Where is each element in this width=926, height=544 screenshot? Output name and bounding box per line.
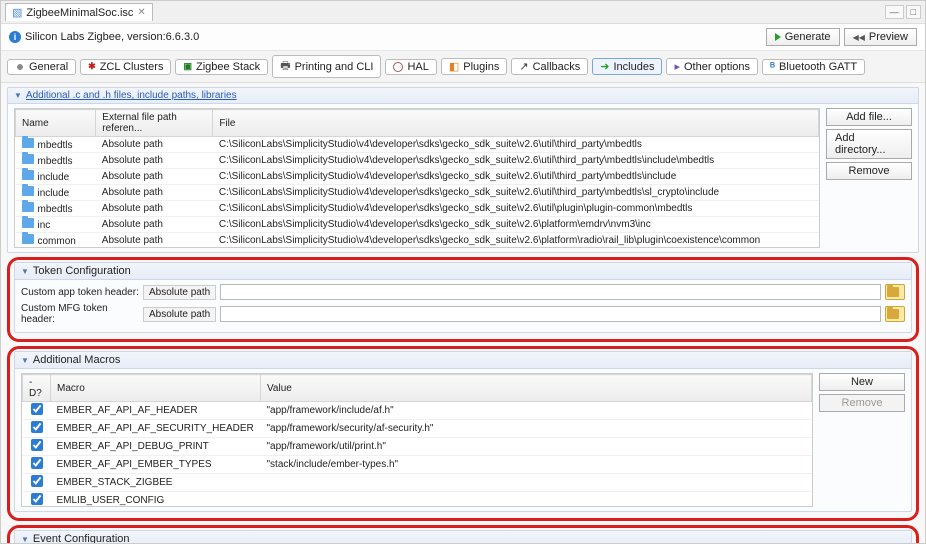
minimize-icon[interactable]: — — [885, 5, 904, 19]
mfg-token-input[interactable] — [220, 306, 881, 322]
col-name[interactable]: Name — [16, 110, 96, 137]
info-icon: i — [9, 31, 21, 43]
add-file-button[interactable]: Add file... — [826, 108, 912, 126]
macro-d-checkbox[interactable] — [31, 457, 43, 469]
mfg-token-label: Custom MFG token header: — [21, 303, 139, 325]
browse-mfg-token-button[interactable] — [885, 306, 905, 322]
table-row[interactable]: EMBER_AF_API_EMBER_TYPES"stack/include/e… — [23, 456, 812, 474]
folder-icon — [22, 218, 34, 228]
table-row[interactable]: commonAbsolute pathC:\SiliconLabs\Simpli… — [16, 233, 819, 249]
stack-icon: ▣ — [183, 61, 192, 72]
callback-icon: ↗ — [519, 60, 528, 73]
table-row[interactable]: EMBER_AF_API_DEBUG_PRINT"app/framework/u… — [23, 438, 812, 456]
token-config-header[interactable]: ▼ Token Configuration — [15, 263, 911, 280]
col-macro[interactable]: Macro — [51, 375, 261, 402]
folder-icon — [22, 186, 34, 196]
file-tab[interactable]: ▧ ZigbeeMinimalSoc.isc ✕ — [5, 3, 153, 21]
folder-icon — [22, 170, 34, 180]
tab-general[interactable]: General — [7, 59, 76, 75]
macro-d-checkbox[interactable] — [31, 475, 43, 487]
config-tabbar: General ✱ZCL Clusters ▣Zigbee Stack 🖶Pri… — [1, 51, 925, 83]
col-d[interactable]: -D? — [23, 375, 51, 402]
gear-icon — [15, 62, 25, 72]
additional-files-header[interactable]: ▼ Additional .c and .h files, include pa… — [8, 88, 918, 104]
section-title: Event Configuration — [33, 533, 130, 543]
browse-app-token-button[interactable] — [885, 284, 905, 300]
folder-icon — [22, 154, 34, 164]
section-title: Token Configuration — [33, 265, 131, 277]
editor-tabbar: ▧ ZigbeeMinimalSoc.isc ✕ — □ — [1, 1, 925, 24]
folder-icon — [887, 287, 899, 297]
macro-d-checkbox[interactable] — [31, 439, 43, 451]
section-title: Additional Macros — [33, 354, 120, 366]
twisty-icon: ▼ — [14, 91, 22, 100]
col-file[interactable]: File — [213, 110, 819, 137]
generate-button[interactable]: Generate — [766, 28, 840, 46]
table-row[interactable]: incAbsolute pathC:\SiliconLabs\Simplicit… — [16, 217, 819, 233]
app-token-label: Custom app token header: — [21, 287, 139, 298]
maximize-icon[interactable]: □ — [906, 5, 921, 19]
tab-includes[interactable]: ➜Includes — [592, 58, 662, 75]
twisty-icon: ▼ — [21, 356, 29, 365]
table-row[interactable]: EMLIB_USER_CONFIG — [23, 492, 812, 508]
macro-d-checkbox[interactable] — [31, 421, 43, 433]
new-macro-button[interactable]: New — [819, 373, 905, 391]
table-row[interactable]: EMBER_STACK_ZIGBEE — [23, 474, 812, 492]
table-row[interactable]: mbedtlsAbsolute pathC:\SiliconLabs\Simpl… — [16, 201, 819, 217]
table-row[interactable]: includeAbsolute pathC:\SiliconLabs\Simpl… — [16, 185, 819, 201]
folder-icon — [22, 234, 34, 244]
remove-macro-button[interactable]: Remove — [819, 394, 905, 412]
table-row[interactable]: EMBER_AF_API_AF_HEADER"app/framework/inc… — [23, 402, 812, 420]
tab-other-options[interactable]: ▸Other options — [666, 58, 758, 75]
macro-d-checkbox[interactable] — [31, 403, 43, 415]
twisty-icon: ▼ — [21, 267, 29, 276]
macro-d-checkbox[interactable] — [31, 493, 43, 505]
version-text: Silicon Labs Zigbee, version:6.6.3.0 — [25, 31, 199, 43]
tab-zigbee-stack[interactable]: ▣Zigbee Stack — [175, 59, 268, 75]
event-config-section: ▼ Event Configuration Command Callback 🔒… — [14, 530, 912, 543]
additional-macros-header[interactable]: ▼ Additional Macros — [15, 352, 911, 369]
preview-button[interactable]: Preview — [844, 28, 917, 46]
other-icon: ▸ — [674, 60, 680, 73]
print-icon: 🖶 — [280, 57, 290, 76]
mfg-token-pathtype: Absolute path — [143, 307, 216, 322]
add-directory-button[interactable]: Add directory... — [826, 129, 912, 159]
additional-files-section: ▼ Additional .c and .h files, include pa… — [7, 87, 919, 253]
col-value[interactable]: Value — [261, 375, 812, 402]
table-row[interactable]: includeAbsolute pathC:\SiliconLabs\Simpl… — [16, 169, 819, 185]
additional-macros-section: ▼ Additional Macros -D? Macro Value — [14, 351, 912, 512]
event-config-header[interactable]: ▼ Event Configuration — [15, 531, 911, 543]
plugin-icon: ◧ — [449, 60, 459, 73]
macros-table[interactable]: -D? Macro Value EMBER_AF_API_AF_HEADER"a… — [21, 373, 813, 507]
tab-plugins[interactable]: ◧Plugins — [441, 58, 507, 75]
section-title: Additional .c and .h files, include path… — [26, 90, 237, 101]
tab-printing-cli[interactable]: 🖶Printing and CLI — [272, 55, 381, 78]
zcl-icon: ✱ — [88, 61, 96, 72]
remove-file-button[interactable]: Remove — [826, 162, 912, 180]
hal-icon — [393, 62, 403, 72]
tab-callbacks[interactable]: ↗Callbacks — [511, 58, 588, 75]
col-ref[interactable]: External file path referen... — [96, 110, 213, 137]
table-row[interactable]: EMBER_AF_API_AF_SECURITY_HEADER"app/fram… — [23, 420, 812, 438]
app-token-pathtype: Absolute path — [143, 285, 216, 300]
folder-icon — [887, 309, 899, 319]
tab-zcl-clusters[interactable]: ✱ZCL Clusters — [80, 59, 171, 75]
includes-icon: ➜ — [600, 60, 609, 73]
folder-icon — [22, 202, 34, 212]
table-row[interactable]: mbedtlsAbsolute pathC:\SiliconLabs\Simpl… — [16, 137, 819, 153]
folder-icon — [22, 138, 34, 148]
token-config-section: ▼ Token Configuration Custom app token h… — [14, 262, 912, 333]
tab-bluetooth-gatt[interactable]: Bluetooth GATT — [762, 59, 865, 75]
file-tab-title: ZigbeeMinimalSoc.isc — [26, 7, 133, 19]
square-icon: ▧ — [12, 6, 22, 19]
twisty-icon: ▼ — [21, 535, 29, 544]
close-tab-icon[interactable]: ✕ — [137, 7, 145, 18]
table-row[interactable]: mbedtlsAbsolute pathC:\SiliconLabs\Simpl… — [16, 153, 819, 169]
bluetooth-icon — [770, 61, 775, 73]
app-token-input[interactable] — [220, 284, 881, 300]
files-table[interactable]: Name External file path referen... File … — [14, 108, 820, 248]
tab-hal[interactable]: HAL — [385, 59, 436, 75]
